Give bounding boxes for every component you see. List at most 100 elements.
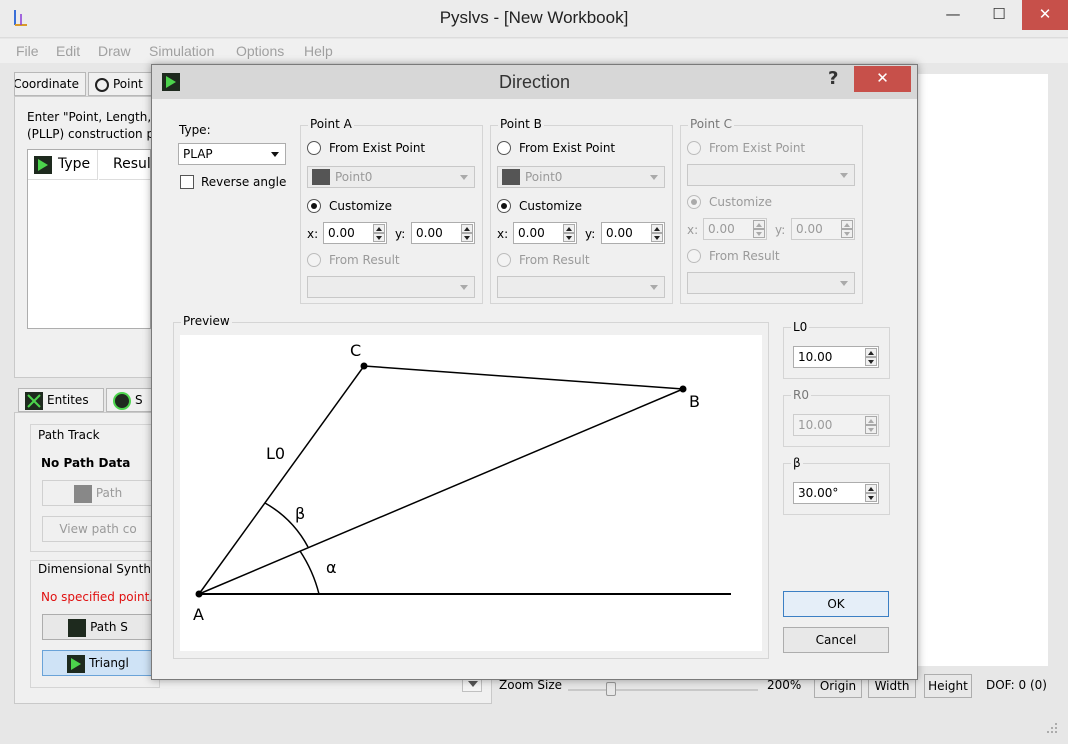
spin-down-icon[interactable] bbox=[865, 425, 877, 434]
type-select-value: PLAP bbox=[183, 147, 213, 161]
point-b-x-label: x: bbox=[497, 227, 509, 241]
point-a-x-spinbox[interactable]: 0.00 bbox=[323, 222, 387, 244]
preview-canvas: A B C L0 β α bbox=[180, 335, 762, 651]
zoom-slider[interactable] bbox=[568, 682, 758, 696]
r0-spinbox[interactable]: 10.00 bbox=[793, 414, 879, 436]
point-a-title: Point A bbox=[308, 117, 354, 131]
resize-grip[interactable] bbox=[1046, 722, 1058, 734]
spin-up-icon[interactable] bbox=[865, 416, 877, 425]
label-beta: β bbox=[295, 504, 305, 523]
spin-down-icon[interactable] bbox=[753, 229, 765, 238]
l0-label: L0 bbox=[791, 320, 810, 334]
point-b-x-spinbox[interactable]: 0.00 bbox=[513, 222, 577, 244]
table-header-type[interactable]: Type bbox=[28, 150, 98, 180]
point-c-x-label: x: bbox=[687, 223, 699, 237]
point-b-from-exist-label: From Exist Point bbox=[519, 141, 616, 155]
spin-up-icon[interactable] bbox=[841, 220, 853, 229]
point-a-customize-label: Customize bbox=[329, 199, 392, 213]
point-c-x-spinbox[interactable]: 0.00 bbox=[703, 218, 767, 240]
height-button[interactable]: Height bbox=[924, 674, 972, 698]
point-icon bbox=[312, 169, 330, 185]
menu-options[interactable]: Options bbox=[236, 43, 284, 59]
label-b: B bbox=[689, 392, 700, 411]
dialog-close-button[interactable]: ✕ bbox=[854, 66, 911, 92]
menu-draw[interactable]: Draw bbox=[98, 43, 131, 59]
path-button[interactable]: Path bbox=[42, 480, 154, 506]
spin-down-icon[interactable] bbox=[841, 229, 853, 238]
point-c-y-spinbox[interactable]: 0.00 bbox=[791, 218, 855, 240]
point-a-y-spinbox[interactable]: 0.00 bbox=[411, 222, 475, 244]
reverse-angle-checkbox[interactable] bbox=[180, 175, 194, 189]
chevron-down-icon bbox=[460, 285, 468, 290]
point-c-customize-radio[interactable] bbox=[687, 195, 701, 209]
view-path-button[interactable]: View path co bbox=[42, 516, 154, 542]
spin-up-icon[interactable] bbox=[563, 224, 575, 233]
zoom-value: 200% bbox=[767, 678, 802, 692]
point-b-dot bbox=[679, 385, 687, 393]
help-icon[interactable]: ? bbox=[828, 68, 838, 89]
point-b-title: Point B bbox=[498, 117, 544, 131]
spin-down-icon[interactable] bbox=[461, 233, 473, 242]
point-c-from-result-radio[interactable] bbox=[687, 249, 701, 263]
point-c-result-select[interactable] bbox=[687, 272, 855, 294]
zoom-slider-handle[interactable] bbox=[606, 682, 616, 696]
point-b-y-spinbox[interactable]: 0.00 bbox=[601, 222, 665, 244]
label-c: C bbox=[350, 341, 361, 360]
preview-diagram: A B C L0 β α bbox=[193, 341, 731, 624]
tab-entities[interactable]: Entites bbox=[18, 388, 104, 412]
point-a-customize-radio[interactable] bbox=[307, 199, 321, 213]
point-a-from-result-radio[interactable] bbox=[307, 253, 321, 267]
point-a-result-select[interactable] bbox=[307, 276, 475, 298]
path-synthesis-button[interactable]: Path S bbox=[42, 614, 154, 640]
spin-down-icon[interactable] bbox=[865, 357, 877, 366]
spin-up-icon[interactable] bbox=[753, 220, 765, 229]
point-b-result-select[interactable] bbox=[497, 276, 665, 298]
point-a-from-exist-radio[interactable] bbox=[307, 141, 321, 155]
point-a-exist-select[interactable]: Point0 bbox=[307, 166, 475, 188]
gear-icon bbox=[95, 77, 109, 92]
type-select[interactable]: PLAP bbox=[178, 143, 286, 165]
maximize-button[interactable]: ☐ bbox=[976, 0, 1022, 30]
point-b-customize-radio[interactable] bbox=[497, 199, 511, 213]
chevron-down-icon bbox=[650, 175, 658, 180]
chevron-down-icon bbox=[271, 152, 279, 157]
point-b-from-result-label: From Result bbox=[519, 253, 590, 267]
spin-down-icon[interactable] bbox=[651, 233, 663, 242]
point-a-x-label: x: bbox=[307, 227, 319, 241]
spin-up-icon[interactable] bbox=[373, 224, 385, 233]
point-c-from-exist-radio[interactable] bbox=[687, 141, 701, 155]
point-c-from-result-label: From Result bbox=[709, 249, 780, 263]
menu-help[interactable]: Help bbox=[304, 43, 333, 59]
chevron-down-icon bbox=[840, 173, 848, 178]
table-header-result[interactable]: Result bbox=[99, 150, 150, 180]
point-c-exist-select[interactable] bbox=[687, 164, 855, 186]
spin-up-icon[interactable] bbox=[865, 348, 877, 357]
menu-simulation[interactable]: Simulation bbox=[149, 43, 214, 59]
label-l0: L0 bbox=[266, 444, 285, 463]
tab-coordinate[interactable]: Coordinate bbox=[14, 72, 86, 96]
triangle-button[interactable]: Triangl bbox=[42, 650, 154, 676]
spin-down-icon[interactable] bbox=[373, 233, 385, 242]
point-a-from-result-label: From Result bbox=[329, 253, 400, 267]
canvas[interactable] bbox=[916, 74, 1048, 666]
link-c-b bbox=[363, 365, 684, 390]
menu-edit[interactable]: Edit bbox=[56, 43, 80, 59]
point-b-from-result-radio[interactable] bbox=[497, 253, 511, 267]
tab-solutions[interactable]: S bbox=[106, 388, 152, 412]
cancel-button[interactable]: Cancel bbox=[783, 627, 889, 653]
tab-point[interactable]: Point bbox=[88, 72, 154, 96]
spin-up-icon[interactable] bbox=[461, 224, 473, 233]
point-b-exist-select[interactable]: Point0 bbox=[497, 166, 665, 188]
l0-spinbox[interactable]: 10.00 bbox=[793, 346, 879, 368]
spin-up-icon[interactable] bbox=[865, 484, 877, 493]
beta-spinbox[interactable]: 30.00° bbox=[793, 482, 879, 504]
label-a: A bbox=[193, 605, 204, 624]
menu-file[interactable]: File bbox=[16, 43, 39, 59]
window-close-button[interactable]: ✕ bbox=[1022, 0, 1068, 30]
spin-up-icon[interactable] bbox=[651, 224, 663, 233]
minimize-button[interactable]: — bbox=[930, 0, 976, 30]
spin-down-icon[interactable] bbox=[563, 233, 575, 242]
point-b-from-exist-radio[interactable] bbox=[497, 141, 511, 155]
ok-button[interactable]: OK bbox=[783, 591, 889, 617]
spin-down-icon[interactable] bbox=[865, 493, 877, 502]
